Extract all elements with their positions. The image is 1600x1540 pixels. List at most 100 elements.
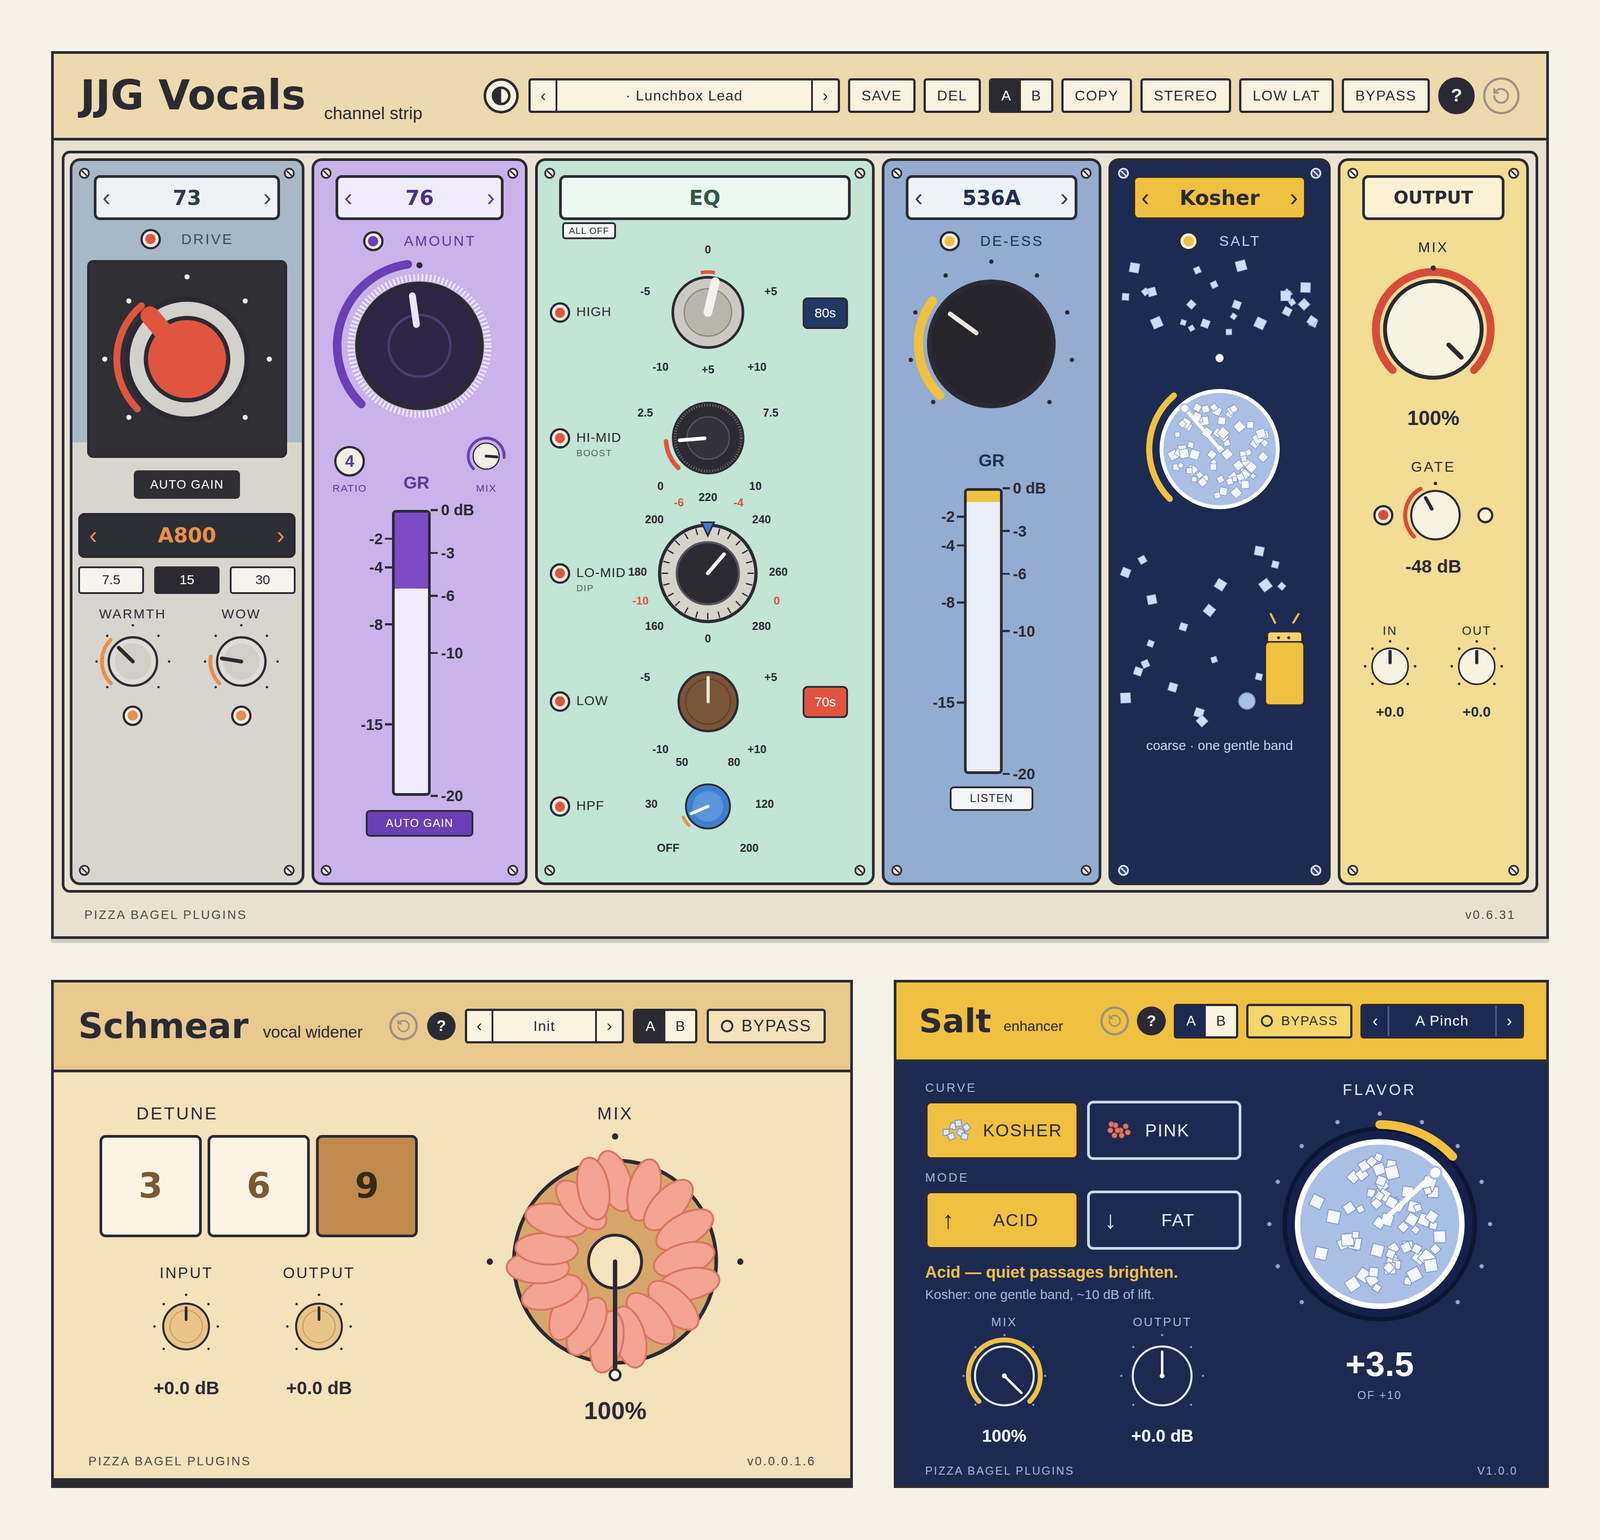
curve-option[interactable]: KOSHER bbox=[924, 1100, 1080, 1160]
detune-option[interactable]: 3 bbox=[99, 1134, 202, 1237]
all-off-button[interactable]: ALL OFF bbox=[562, 222, 616, 240]
prev-arrow[interactable]: ‹ bbox=[1141, 185, 1150, 210]
preset-prev[interactable]: ‹ bbox=[1362, 1005, 1390, 1036]
salt-knob[interactable] bbox=[1143, 372, 1296, 526]
ab-slot[interactable]: B bbox=[1205, 1005, 1236, 1036]
mix-knob[interactable] bbox=[465, 435, 507, 477]
mode-option[interactable]: ↑ACID bbox=[924, 1190, 1080, 1250]
preset-prev[interactable]: ‹ bbox=[467, 1010, 494, 1041]
ab-slot[interactable]: A bbox=[635, 1010, 665, 1041]
band-label: LO-MID bbox=[576, 563, 627, 582]
eq-low-knob[interactable] bbox=[669, 662, 747, 740]
gate-knob[interactable] bbox=[1401, 481, 1470, 549]
help-button[interactable]: ? bbox=[1136, 1006, 1166, 1035]
undo-button[interactable] bbox=[1483, 77, 1520, 115]
preset-next[interactable]: › bbox=[811, 80, 838, 111]
gate-sidechain-toggle[interactable] bbox=[1477, 507, 1494, 524]
module-selector[interactable]: ‹73› bbox=[93, 175, 281, 220]
output-mix-knob[interactable] bbox=[1368, 264, 1499, 395]
toolbar-toggle[interactable]: BYPASS bbox=[1341, 78, 1430, 113]
amount-led[interactable] bbox=[363, 231, 384, 252]
drive-knob[interactable] bbox=[101, 273, 273, 445]
trim-knob[interactable] bbox=[152, 1292, 220, 1360]
amount-knob[interactable] bbox=[333, 260, 506, 432]
prev-arrow[interactable]: ‹ bbox=[914, 185, 923, 210]
tape-selector[interactable]: ‹A800› bbox=[78, 512, 296, 558]
tape-knob[interactable] bbox=[203, 623, 280, 700]
salt-led[interactable] bbox=[1178, 231, 1199, 252]
salt-output-knob[interactable] bbox=[1121, 1334, 1204, 1417]
mode-option[interactable]: ↓FAT bbox=[1087, 1190, 1242, 1250]
tape-led[interactable] bbox=[231, 705, 252, 726]
ab-slot[interactable]: B bbox=[665, 1010, 696, 1041]
preset-next[interactable]: › bbox=[1495, 1005, 1522, 1036]
undo-button[interactable] bbox=[389, 1011, 418, 1040]
auto-gain-button[interactable]: AUTO GAIN bbox=[133, 470, 240, 499]
detune-option[interactable]: 6 bbox=[207, 1134, 310, 1237]
help-button[interactable]: ? bbox=[427, 1011, 456, 1040]
trim-knob[interactable] bbox=[1450, 639, 1504, 693]
module-selector[interactable]: EQ bbox=[559, 175, 851, 220]
tape-speed-button[interactable]: 15 bbox=[154, 566, 220, 594]
module-selector[interactable]: ‹536A› bbox=[905, 175, 1077, 220]
band-sublabel: BOOST bbox=[576, 446, 622, 460]
next-arrow[interactable]: › bbox=[1060, 185, 1068, 210]
toolbar-toggle[interactable]: LOW LAT bbox=[1239, 78, 1334, 113]
bypass-button[interactable]: BYPASS bbox=[706, 1008, 826, 1044]
eq-lomid-knob[interactable] bbox=[654, 519, 762, 627]
next-arrow[interactable]: › bbox=[263, 185, 272, 210]
listen-button[interactable]: LISTEN bbox=[949, 786, 1034, 811]
ab-slot[interactable]: A bbox=[1176, 1005, 1206, 1036]
next-arrow[interactable]: › bbox=[1289, 185, 1298, 210]
era-badge[interactable]: 80s bbox=[802, 297, 848, 329]
bypass-button[interactable]: BYPASS bbox=[1246, 1003, 1353, 1039]
toolbar-button[interactable]: DEL bbox=[923, 78, 981, 113]
drive-led[interactable] bbox=[140, 228, 161, 250]
auto-gain-button[interactable]: AUTO GAIN bbox=[365, 809, 474, 837]
salt-mix-knob[interactable] bbox=[963, 1334, 1046, 1417]
band-led[interactable] bbox=[549, 796, 571, 817]
ab-slot[interactable]: A bbox=[991, 80, 1021, 111]
ab-slot[interactable]: B bbox=[1020, 80, 1051, 111]
eq-hpf-knob[interactable] bbox=[677, 775, 739, 837]
preset-next[interactable]: › bbox=[595, 1010, 622, 1041]
toolbar-button[interactable]: SAVE bbox=[848, 78, 916, 113]
deess-knob[interactable] bbox=[913, 266, 1069, 422]
mode-description: Acid — quiet passages brighten. bbox=[924, 1259, 1242, 1284]
preset-selector[interactable]: ‹A Pinch› bbox=[1360, 1003, 1524, 1039]
preset-selector[interactable]: ‹· Lunchbox Lead› bbox=[528, 78, 840, 113]
flavor-knob[interactable] bbox=[1271, 1115, 1488, 1332]
trim-knob[interactable] bbox=[285, 1292, 353, 1360]
mix-bagel-knob[interactable] bbox=[494, 1140, 736, 1382]
tape-speed-button[interactable]: 7.5 bbox=[78, 566, 144, 594]
ratio-value[interactable]: 4 bbox=[334, 445, 365, 477]
tape-led[interactable] bbox=[122, 705, 144, 726]
next-arrow[interactable]: › bbox=[486, 185, 495, 210]
preset-selector[interactable]: ‹Init› bbox=[464, 1008, 624, 1044]
band-led[interactable] bbox=[549, 302, 571, 323]
band-led[interactable] bbox=[549, 428, 571, 449]
help-button[interactable]: ? bbox=[1438, 77, 1476, 115]
gate-led[interactable] bbox=[1373, 504, 1394, 526]
undo-button[interactable] bbox=[1100, 1006, 1129, 1035]
detune-option[interactable]: 9 bbox=[316, 1134, 419, 1237]
module-selector[interactable]: ‹Kosher› bbox=[1132, 175, 1307, 220]
band-led[interactable] bbox=[549, 563, 571, 584]
tape-knob[interactable] bbox=[95, 623, 171, 700]
trim-knob[interactable] bbox=[1363, 639, 1417, 693]
prev-arrow[interactable]: ‹ bbox=[102, 185, 111, 210]
deess-led[interactable] bbox=[939, 231, 960, 252]
era-badge[interactable]: 70s bbox=[802, 685, 848, 718]
tape-speed-button[interactable]: 30 bbox=[229, 566, 296, 594]
prev-arrow[interactable]: ‹ bbox=[344, 185, 353, 210]
module-selector[interactable]: ‹76› bbox=[335, 175, 504, 220]
curve-option[interactable]: PINK bbox=[1087, 1100, 1242, 1160]
theme-toggle-icon[interactable] bbox=[481, 76, 521, 116]
toolbar-toggle[interactable]: COPY bbox=[1061, 78, 1132, 113]
preset-prev[interactable]: ‹ bbox=[530, 80, 558, 111]
band-led[interactable] bbox=[549, 691, 571, 712]
screw-icon bbox=[78, 864, 91, 877]
eq-high-knob[interactable] bbox=[664, 268, 752, 356]
toolbar-toggle[interactable]: STEREO bbox=[1140, 78, 1232, 113]
eq-himid-knob[interactable] bbox=[662, 392, 755, 484]
